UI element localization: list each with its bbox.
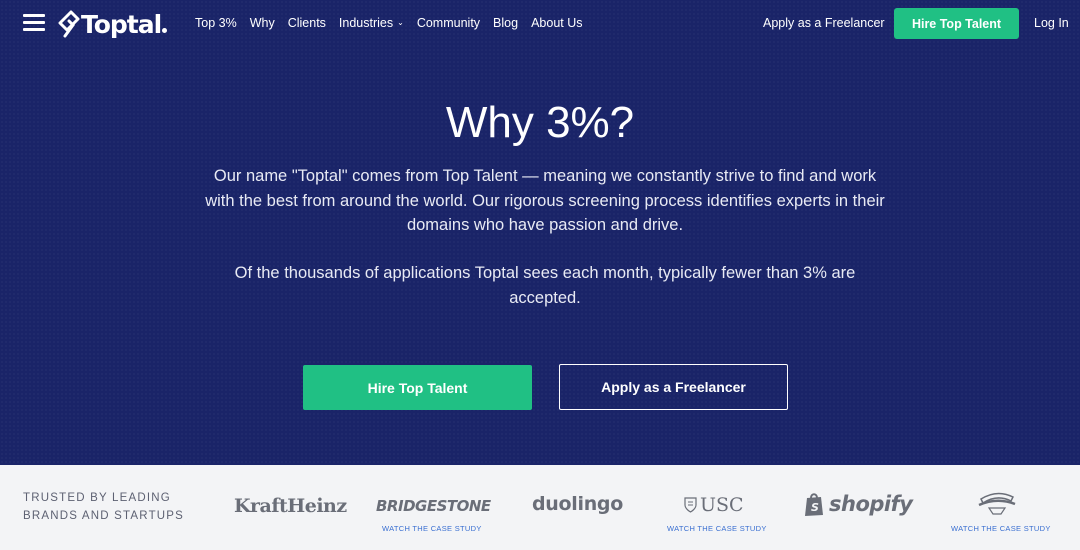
- shopify-bag-icon: S: [805, 493, 823, 516]
- top-navbar: Toptal Top 3% Why Clients Industries ⌄ Co…: [0, 0, 1080, 48]
- cavaliers-case-study-link[interactable]: WATCH THE CASE STUDY: [951, 524, 1051, 533]
- trusted-brands-bar: Trusted by leading brands and startups K…: [0, 465, 1080, 550]
- nav-link-blog[interactable]: Blog: [493, 16, 518, 30]
- intro-paragraph: Our name "Toptal" comes from Top Talent …: [205, 167, 885, 234]
- bridgestone-case-study-link[interactable]: WATCH THE CASE STUDY: [382, 524, 482, 533]
- duolingo-logo-text: duolingo: [532, 493, 623, 515]
- nav-apply-freelancer-link[interactable]: Apply as a Freelancer: [763, 16, 885, 30]
- logo-dot: [162, 27, 168, 33]
- hamburger-menu-icon[interactable]: [23, 14, 45, 32]
- cavaliers-logo-icon: [978, 492, 1016, 515]
- nav-link-industries-label: Industries: [338, 16, 394, 30]
- usc-logo[interactable]: USC: [684, 494, 744, 516]
- hire-top-talent-button[interactable]: Hire Top Talent: [303, 365, 532, 410]
- usc-case-study-link[interactable]: WATCH THE CASE STUDY: [667, 524, 767, 533]
- nav-link-top3[interactable]: Top 3%: [195, 16, 237, 30]
- nav-link-why[interactable]: Why: [250, 16, 275, 30]
- shopify-logo: S shopify: [803, 491, 913, 517]
- nav-link-clients[interactable]: Clients: [288, 16, 326, 30]
- kraftheinz-logo-text: KraftHeinz: [234, 495, 347, 517]
- cavaliers-logo[interactable]: [975, 489, 1019, 522]
- shopify-logo-text: shopify: [829, 492, 913, 516]
- nav-link-industries[interactable]: Industries ⌄: [339, 16, 404, 30]
- nav-login-link[interactable]: Log In: [1034, 16, 1069, 30]
- usc-shield-icon: [684, 497, 697, 513]
- logo-text: Toptal: [81, 9, 162, 39]
- nav-link-about[interactable]: About Us: [531, 16, 582, 30]
- nav-links: Top 3% Why Clients Industries ⌄ Community…: [195, 16, 596, 30]
- chevron-down-icon: ⌄: [397, 18, 404, 27]
- toptal-logo-icon: [58, 10, 80, 38]
- page-title: Why 3%?: [445, 98, 635, 147]
- hero-section: Toptal Top 3% Why Clients Industries ⌄ Co…: [0, 0, 1080, 465]
- duolingo-logo: duolingo: [532, 493, 623, 515]
- acceptance-paragraph: Of the thousands of applications Toptal …: [234, 264, 856, 307]
- toptal-logo[interactable]: Toptal: [58, 9, 168, 39]
- apply-freelancer-button[interactable]: Apply as a Freelancer: [559, 364, 788, 410]
- bridgestone-logo-text: BRIDGESTONE: [376, 497, 491, 515]
- nav-link-community[interactable]: Community: [417, 16, 480, 30]
- nav-hire-top-talent-button[interactable]: Hire Top Talent: [894, 8, 1019, 39]
- usc-logo-text: USC: [700, 494, 744, 516]
- svg-text:S: S: [811, 501, 819, 514]
- trusted-by-label: Trusted by leading brands and startups: [23, 492, 185, 522]
- kraftheinz-logo: KraftHeinz: [234, 495, 347, 517]
- bridgestone-logo[interactable]: BRIDGESTONE: [376, 497, 491, 515]
